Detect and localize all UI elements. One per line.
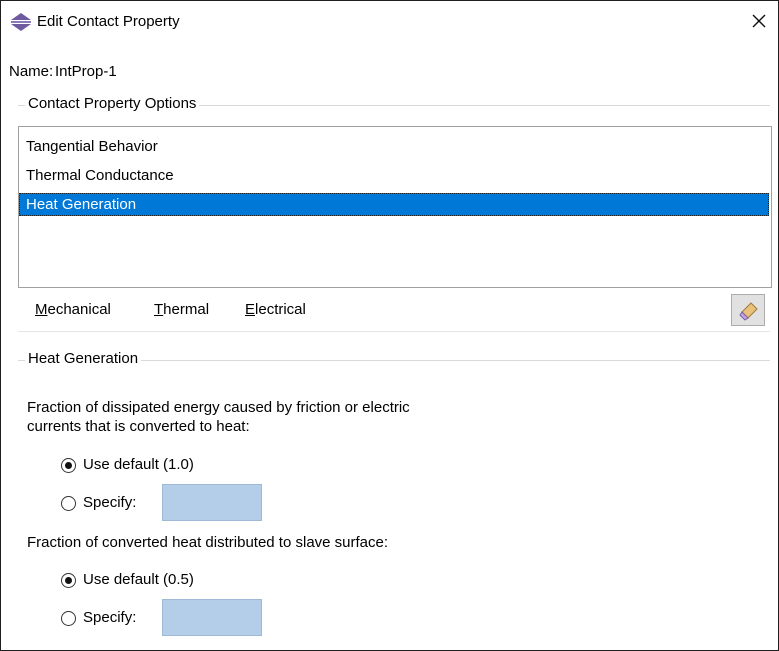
title-bar[interactable]: Edit Contact Property: [1, 1, 778, 41]
q1-specify-input[interactable]: [162, 484, 262, 521]
close-icon[interactable]: [746, 7, 772, 35]
q1-default-radio[interactable]: [61, 458, 76, 473]
edit-contact-property-dialog: Edit Contact Property Name: IntProp-1 Co…: [0, 0, 779, 651]
menu-mechanical-accel: M: [35, 301, 48, 318]
menu-thermal-accel: T: [154, 301, 164, 318]
menu-electrical-rest: lectrical: [255, 301, 306, 318]
name-label: Name:: [9, 63, 54, 80]
q2-specify-input[interactable]: [162, 599, 262, 636]
list-item-tangential-behavior[interactable]: Tangential Behavior: [19, 135, 769, 158]
eraser-button[interactable]: [731, 294, 765, 326]
options-group-title: Contact Property Options: [25, 95, 200, 112]
menu-thermal-rest: hermal: [163, 301, 210, 318]
name-value: IntProp-1: [55, 63, 117, 80]
heat-group-title: Heat Generation: [25, 350, 142, 367]
menu-mechanical[interactable]: Mechanical: [35, 301, 111, 318]
q1-text-line2: currents that is converted to heat:: [27, 418, 250, 435]
q2-specify-label: Specify:: [83, 609, 137, 626]
eraser-icon: [739, 302, 758, 321]
property-menu-bar: Mechanical Thermal Electrical: [18, 291, 721, 331]
q1-default-label: Use default (1.0): [83, 456, 194, 473]
q1-specify-label: Specify:: [83, 494, 137, 511]
menu-electrical[interactable]: Electrical: [245, 301, 306, 318]
list-item-thermal-conductance[interactable]: Thermal Conductance: [19, 164, 769, 187]
menu-electrical-accel: E: [245, 301, 256, 318]
app-logo-icon: [11, 13, 31, 31]
menu-thermal[interactable]: Thermal: [154, 301, 209, 318]
q2-default-label: Use default (0.5): [83, 571, 194, 588]
q2-text: Fraction of converted heat distributed t…: [27, 534, 389, 551]
list-item-heat-generation[interactable]: Heat Generation: [19, 193, 769, 216]
menu-mechanical-rest: echanical: [47, 301, 111, 318]
q2-specify-radio[interactable]: [61, 611, 76, 626]
q1-specify-radio[interactable]: [61, 496, 76, 511]
q2-default-radio[interactable]: [61, 573, 76, 588]
contact-property-options-list[interactable]: Tangential Behavior Thermal Conductance …: [18, 126, 772, 288]
menu-separator: [18, 331, 770, 332]
q1-text-line1: Fraction of dissipated energy caused by …: [27, 399, 410, 416]
window-title: Edit Contact Property: [37, 13, 180, 30]
